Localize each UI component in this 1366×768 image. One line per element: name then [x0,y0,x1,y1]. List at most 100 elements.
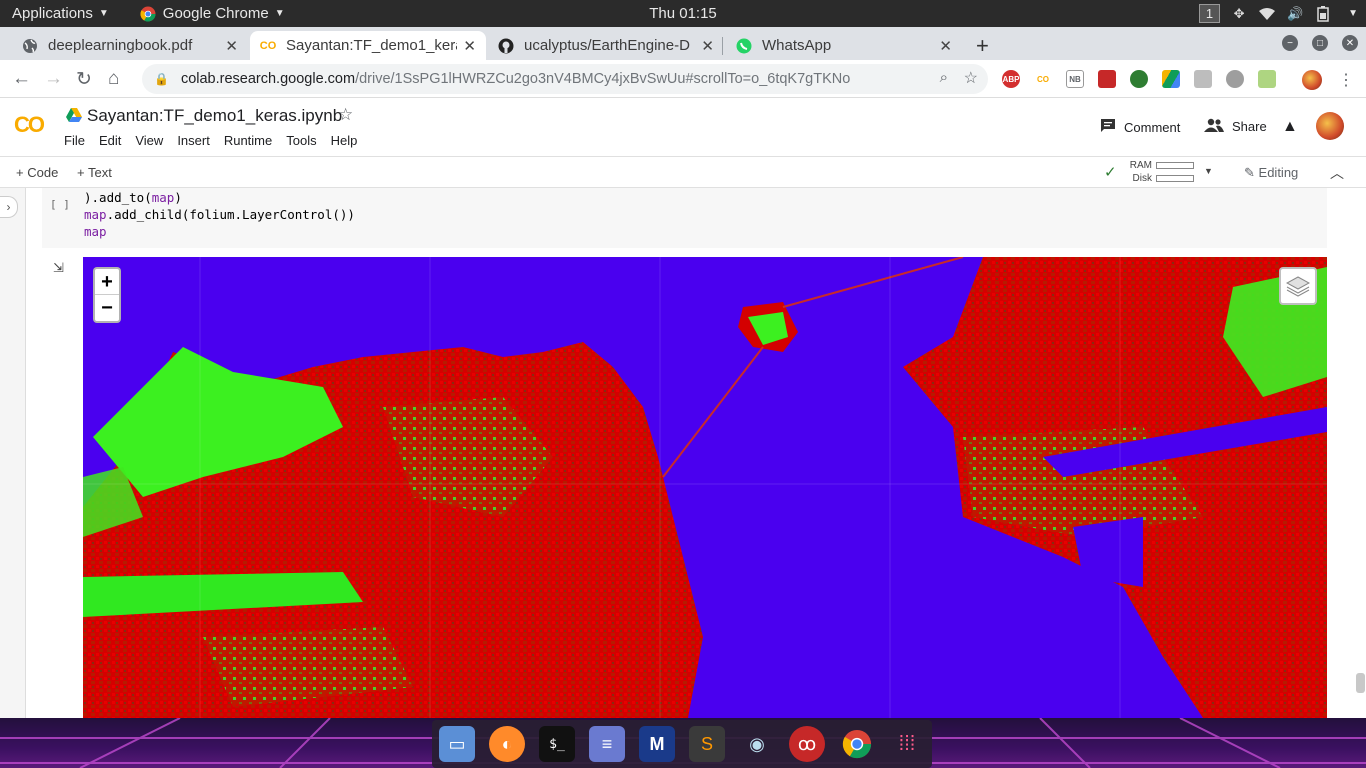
menu-tools[interactable]: Tools [286,133,316,148]
colab-extension-icon[interactable]: CO [1034,70,1052,88]
new-tab-button[interactable]: + [976,33,989,59]
close-icon[interactable]: ✕ [225,37,238,55]
evernote-icon[interactable] [1130,70,1148,88]
plus-icon: + [77,165,85,180]
eye-icon[interactable]: ◉ [739,726,775,762]
code-line: map [84,224,107,239]
colab-logo[interactable]: CO [14,112,45,138]
plugin-icon[interactable]: ✥ [1230,6,1248,22]
megaphone-icon[interactable] [1098,70,1116,88]
files-icon[interactable]: ▭ [439,726,475,762]
firefox-icon[interactable]: ◐ [489,726,525,762]
text-editor-icon[interactable]: ≡ [589,726,625,762]
colab-icon: CO [259,39,277,52]
wifi-icon[interactable] [1258,6,1276,22]
adblock-icon[interactable]: ABP [1002,70,1020,88]
close-icon[interactable]: ✕ [463,37,476,55]
menu-view[interactable]: View [135,133,163,148]
applications-menu[interactable]: Applications ▼ [0,0,121,27]
menu-edit[interactable]: Edit [99,133,121,148]
tab-deeplearningbook[interactable]: deeplearningbook.pdf ✕ [12,31,248,60]
workspace-indicator[interactable]: 1 [1198,4,1221,23]
pencil-icon: ✎ [1244,165,1255,180]
tab-title: WhatsApp [762,37,832,54]
comment-label: Comment [1124,119,1181,135]
layer-control-button[interactable] [1279,267,1317,305]
extension-icon[interactable] [1194,70,1212,88]
sublime-icon[interactable]: S [689,726,725,762]
malwarebytes-icon[interactable]: M [639,726,675,762]
maximize-button[interactable]: □ [1312,35,1328,51]
zoom-control: + − [93,267,121,323]
volume-icon[interactable]: 🔊 [1286,6,1304,22]
editing-mode-button[interactable]: ✎ Editing [1244,165,1298,181]
zoom-icon[interactable]: ⌕ [940,69,948,86]
chrome-icon[interactable] [839,726,875,762]
run-cell-button[interactable]: [ ] [50,198,70,211]
code-line: ).add_to(map) [84,190,182,205]
nb-extension-icon[interactable]: NB [1066,70,1084,88]
avatar[interactable] [1316,112,1344,140]
profile-avatar[interactable] [1302,70,1322,90]
collapse-header-icon[interactable]: ︿ [1330,163,1344,183]
comment-button[interactable]: Comment [1100,118,1180,136]
zoom-out-button[interactable]: − [95,295,119,321]
bay-bridge [662,346,764,478]
cherry-icon[interactable]: ꝏ [789,726,825,762]
extension-icon[interactable] [1226,70,1244,88]
chrome-menu-icon[interactable]: ⋮ [1338,70,1354,90]
applications-label: Applications [12,5,93,22]
tab-colab-notebook[interactable]: CO Sayantan:TF_demo1_kera ✕ [250,31,486,60]
add-code-button[interactable]: + Code [16,165,58,180]
close-icon[interactable]: ✕ [701,37,714,55]
menu-runtime[interactable]: Runtime [224,133,272,148]
window-close-button[interactable]: ✕ [1342,35,1358,51]
active-app-menu[interactable]: Google Chrome ▼ [121,0,297,27]
lock-icon[interactable]: 🔒 [154,72,169,86]
forward-button[interactable]: → [44,68,63,90]
tab-github[interactable]: ucalyptus/EarthEngine-D ✕ [488,31,724,60]
whatsapp-icon [736,38,752,54]
battery-icon[interactable] [1314,5,1332,22]
menu-file[interactable]: File [64,133,85,148]
terminal-icon[interactable]: $_ [539,726,575,762]
menu-insert[interactable]: Insert [177,133,210,148]
dock: ▭ ◐ $_ ≡ M S ◉ ꝏ ⁞⁞⁞ [432,720,932,768]
menu-help[interactable]: Help [331,133,358,148]
add-text-button[interactable]: + Text [77,165,112,180]
chevron-down-icon: ▼ [274,8,285,19]
extension-icon[interactable] [1258,70,1276,88]
expand-sidebar-icon[interactable]: › [0,196,18,218]
home-button[interactable]: ⌂ [108,68,119,90]
address-bar[interactable]: 🔒 colab.research.google.com/drive/1SsPG1… [142,64,988,94]
google-drive-icon [66,108,82,122]
reload-button[interactable]: ↻ [76,68,92,91]
back-button[interactable]: ← [12,68,31,90]
scrollbar-thumb[interactable] [1356,673,1365,693]
notebook-title[interactable]: Sayantan:TF_demo1_keras.ipynb [87,106,342,126]
zoom-in-button[interactable]: + [95,269,119,295]
colab-toolbar: + Code + Text ✓ RAM Disk ▼ ✎ Editing ︿ [0,156,1366,188]
classified-satellite-map [83,257,1327,718]
close-icon[interactable]: ✕ [939,37,952,55]
tab-title: ucalyptus/EarthEngine-D [524,37,690,54]
folium-map[interactable]: + − [83,257,1327,718]
output-icon[interactable]: ⇲ [53,260,64,276]
resource-monitor[interactable]: RAM Disk [1104,159,1194,185]
runtime-dropdown-icon[interactable]: ▼ [1204,166,1213,176]
bay-bridge [782,257,964,308]
app-grid-icon[interactable]: ⁞⁞⁞ [889,726,925,762]
share-button[interactable]: Share [1204,118,1267,135]
star-icon[interactable]: ☆ [338,105,353,125]
clock[interactable]: Thu 01:15 [649,5,717,22]
tab-bar: deeplearningbook.pdf ✕ CO Sayantan:TF_de… [0,27,1366,60]
system-top-bar: Applications ▼ Google Chrome ▼ Thu 01:15… [0,0,1366,27]
ram-label: RAM [1129,160,1152,171]
minimize-button[interactable]: − [1282,35,1298,51]
google-drive-icon[interactable] [1162,70,1180,88]
bookmark-star-icon[interactable]: ☆ [964,68,978,88]
code-cell[interactable]: [ ] ).add_to(map) map.add_child(folium.L… [42,188,1327,248]
tab-whatsapp[interactable]: WhatsApp ✕ [726,31,962,60]
flask-icon[interactable]: ▲ [1282,118,1298,136]
chevron-down-icon[interactable]: ▼ [1348,8,1358,19]
